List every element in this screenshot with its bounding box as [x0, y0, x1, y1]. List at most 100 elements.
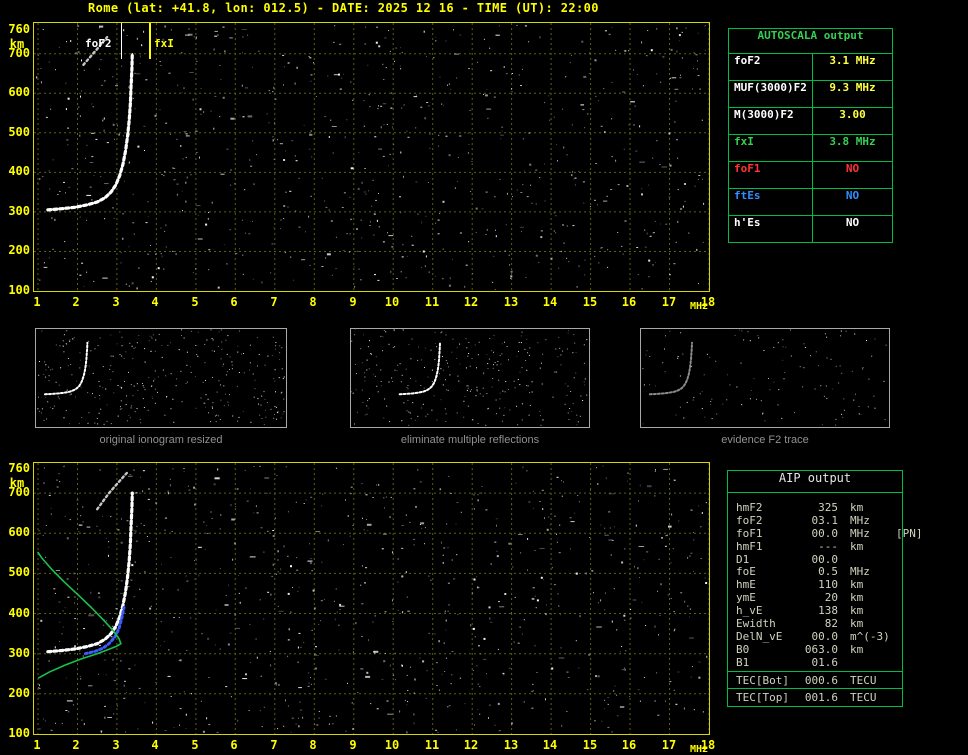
autoscala-row-label: foF1 — [729, 162, 813, 188]
aip-row-unit: km — [850, 604, 864, 618]
autoscala-row: foF1 NO — [729, 161, 892, 188]
y-tick-label: 500 — [8, 125, 30, 139]
thumbnail-evidence-f2-trace — [640, 328, 890, 428]
aip-row-name: Ewidth — [736, 617, 776, 631]
aip-output-table: AIP output hmF2 325 km foF2 03.1 MHz foF1 00.0 M… — [727, 470, 923, 708]
aip-row-name: h_vE — [736, 604, 763, 618]
aip-row-unit: MHz — [850, 526, 870, 540]
autoscala-row-label: M(3000)F2 — [729, 108, 813, 134]
y-tick-label: 600 — [8, 85, 30, 99]
aip-row-name: TEC[Top] — [736, 691, 789, 705]
autoscala-row-label: fxI — [729, 135, 813, 161]
aip-row-value: 03.1 — [811, 513, 839, 527]
aip-row-value: 325 — [818, 501, 838, 514]
foF2-marker-line — [121, 23, 122, 59]
autoscala-row-label: ftEs — [729, 189, 813, 215]
x-tick-label: 16 — [621, 295, 637, 309]
aip-row-unit: TECU — [850, 691, 877, 705]
thumbnail-canvas — [351, 329, 588, 426]
aip-row-unit: MHz — [850, 565, 870, 579]
autoscala-table-header: AUTOSCALA output — [757, 29, 864, 42]
aip-row-name: foE — [736, 565, 756, 579]
aip-row-value: 001.6 — [804, 691, 838, 705]
x-tick-label: 17 — [661, 295, 677, 309]
station-header: Rome (lat: +41.8, lon: 012.5) - DATE: 20… — [88, 1, 599, 15]
x-tick-label: 3 — [112, 738, 120, 752]
aip-row: ymE 20 km — [736, 591, 902, 604]
x-tick-label: 14 — [542, 295, 558, 309]
x-tick-label: 5 — [191, 295, 199, 309]
aip-row: DelN_vE 00.0 m^(-3) — [736, 630, 902, 643]
y-tick-label: 300 — [8, 204, 30, 218]
aip-row-name: foF1 — [736, 526, 763, 540]
autoscala-row: h'Es NO — [729, 215, 892, 242]
thumbnail-eliminate-reflections — [350, 328, 590, 428]
y-tick-label: 600 — [8, 525, 30, 539]
aip-separator — [728, 688, 902, 690]
x-tick-label: 17 — [661, 738, 677, 752]
x-tick-label: 15 — [582, 738, 598, 752]
aip-row-value: 01.6 — [811, 655, 839, 669]
x-tick-label: 4 — [151, 295, 159, 309]
x-tick-label: 11 — [424, 295, 440, 309]
autoscala-row-value: 3.1 MHz — [829, 54, 876, 67]
aip-row-value: 000.6 — [804, 673, 838, 687]
aip-row: foF2 03.1 MHz — [736, 514, 902, 527]
autoscala-row: MUF(3000)F2 9.3 MHz — [729, 80, 892, 107]
autoscala-row: M(3000)F2 3.00 — [729, 107, 892, 134]
aip-row-value: 110 — [818, 578, 838, 592]
y-tick-label: 400 — [8, 606, 30, 620]
aip-row: foF1 00.0 MHz [PN] — [736, 526, 923, 540]
aip-row-unit: km — [850, 591, 864, 605]
y-tick-label: 200 — [8, 243, 30, 257]
aip-row: TEC[Bot] 000.6 TECU — [736, 674, 902, 687]
aip-row-unit: km — [850, 539, 864, 553]
aip-row-name: B0 — [736, 642, 750, 656]
aip-row-unit: km — [850, 642, 864, 656]
aip-row-value: --- — [818, 539, 838, 553]
aip-row-value: 00.0 — [811, 629, 839, 643]
x-tick-label: 6 — [230, 738, 238, 752]
x-tick-label: 1 — [33, 295, 41, 309]
aip-row-value: 20 — [824, 591, 838, 605]
aip-row-name: B1 — [736, 655, 750, 669]
thumbnail-caption-evidence: evidence F2 trace — [721, 434, 809, 446]
bottom-ionogram-plot — [33, 462, 710, 735]
autoscala-row-label: MUF(3000)F2 — [729, 81, 813, 107]
aip-row: B1 01.6 — [736, 656, 902, 669]
autoscala-row-label: h'Es — [729, 216, 813, 242]
aip-row-unit: km — [850, 617, 864, 631]
x-tick-label: 5 — [191, 738, 199, 752]
y-axis-unit-label: km — [9, 37, 25, 51]
autoscala-window: Rome (lat: +41.8, lon: 012.5) - DATE: 20… — [0, 0, 968, 755]
aip-row: D1 00.0 — [736, 553, 902, 566]
x-axis-unit-label: MHz — [690, 301, 709, 312]
aip-row: foE 0.5 MHz — [736, 565, 902, 578]
x-tick-label: 14 — [542, 738, 558, 752]
aip-row-name: D1 — [736, 552, 750, 566]
thumbnail-canvas — [37, 329, 285, 425]
aip-row-unit — [850, 656, 894, 669]
y-tick-label: 100 — [8, 726, 30, 740]
fxI-marker-label: fxI — [154, 37, 174, 50]
top-ionogram-plot: foF2 fxI — [33, 22, 710, 292]
aip-row: hmF2 325 km — [736, 501, 902, 514]
x-tick-label: 8 — [309, 738, 317, 752]
aip-row-extra: [PN] — [896, 526, 923, 540]
aip-row-value: 00.0 — [811, 526, 839, 540]
x-tick-label: 15 — [582, 295, 598, 309]
y-axis-unit-label: km — [9, 476, 25, 490]
x-tick-label: 7 — [270, 738, 278, 752]
y-tick-label: 100 — [8, 283, 30, 297]
thumbnail-caption-original: original ionogram resized — [99, 434, 223, 446]
autoscala-row-value: NO — [845, 162, 860, 175]
aip-row: hmF1 --- km — [736, 540, 902, 553]
aip-row-unit: m^(-3) — [850, 629, 890, 643]
autoscala-row-value: 3.8 MHz — [829, 135, 876, 148]
aip-row-name: hmE — [736, 578, 756, 592]
x-tick-label: 13 — [503, 738, 519, 752]
fxI-marker-line — [149, 23, 151, 59]
aip-row-unit: TECU — [850, 673, 877, 687]
y-tick-label: 760 — [8, 461, 30, 475]
autoscala-row-value: 9.3 MHz — [829, 81, 876, 94]
